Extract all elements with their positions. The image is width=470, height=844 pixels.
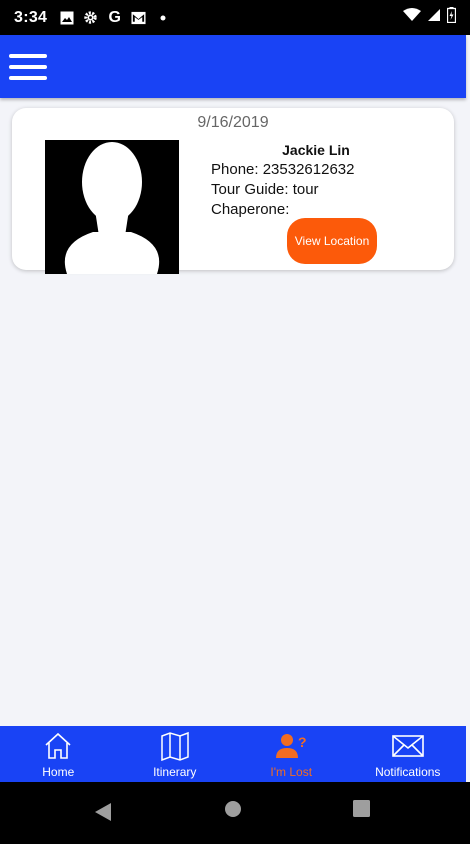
status-time: 3:34 bbox=[14, 8, 48, 26]
svg-text:?: ? bbox=[298, 734, 306, 750]
photo-icon bbox=[59, 10, 74, 25]
envelope-icon bbox=[391, 735, 424, 757]
nav-label-im-lost: I'm Lost bbox=[270, 765, 313, 779]
home-icon bbox=[45, 732, 71, 759]
status-system-icons bbox=[403, 7, 457, 28]
default-avatar-icon bbox=[45, 140, 179, 274]
nav-label-itinerary: Itinerary bbox=[153, 765, 197, 779]
nav-item-im-lost[interactable]: ? I'm Lost bbox=[233, 726, 350, 782]
lost-person-card: 9/16/2019 Jackie Lin Phone: 23532612632 … bbox=[12, 108, 454, 274]
nav-item-notifications[interactable]: Notifications bbox=[350, 726, 467, 782]
back-icon[interactable] bbox=[94, 802, 112, 827]
person-name: Jackie Lin bbox=[282, 142, 350, 158]
home-circle-icon[interactable] bbox=[224, 800, 242, 823]
bottom-nav: Home Itinerary ? I'm Lost Notifications bbox=[0, 726, 466, 782]
person-phone: Phone: 23532612632 bbox=[211, 161, 355, 178]
avatar bbox=[45, 140, 179, 274]
lost-person-icon: ? bbox=[276, 734, 306, 758]
nav-item-home[interactable]: Home bbox=[0, 726, 117, 782]
system-nav-bar bbox=[0, 782, 470, 844]
gmail-icon bbox=[131, 10, 146, 25]
app-bar bbox=[0, 35, 466, 98]
status-notification-icons: G bbox=[59, 8, 170, 26]
nav-label-home: Home bbox=[42, 765, 75, 779]
map-icon bbox=[161, 731, 189, 761]
battery-charging-icon bbox=[446, 7, 457, 28]
card-date: 9/16/2019 bbox=[197, 114, 269, 131]
settings-gear-icon bbox=[83, 10, 98, 25]
dot-icon bbox=[155, 10, 170, 25]
signal-icon bbox=[427, 8, 441, 27]
person-tour-guide: Tour Guide: tour bbox=[211, 181, 319, 198]
nav-item-itinerary[interactable]: Itinerary bbox=[117, 726, 234, 782]
recents-icon[interactable] bbox=[353, 800, 370, 822]
view-location-button[interactable]: View Location bbox=[287, 218, 377, 264]
person-info: Jackie Lin Phone: 23532612632 Tour Guide… bbox=[211, 140, 451, 220]
status-bar: 3:34 G bbox=[0, 0, 470, 35]
wifi-icon bbox=[403, 8, 421, 27]
person-chaperone: Chaperone: bbox=[211, 201, 290, 218]
nav-label-notifications: Notifications bbox=[375, 765, 441, 779]
hamburger-menu-icon[interactable] bbox=[9, 51, 48, 83]
google-g-icon: G bbox=[108, 8, 121, 26]
